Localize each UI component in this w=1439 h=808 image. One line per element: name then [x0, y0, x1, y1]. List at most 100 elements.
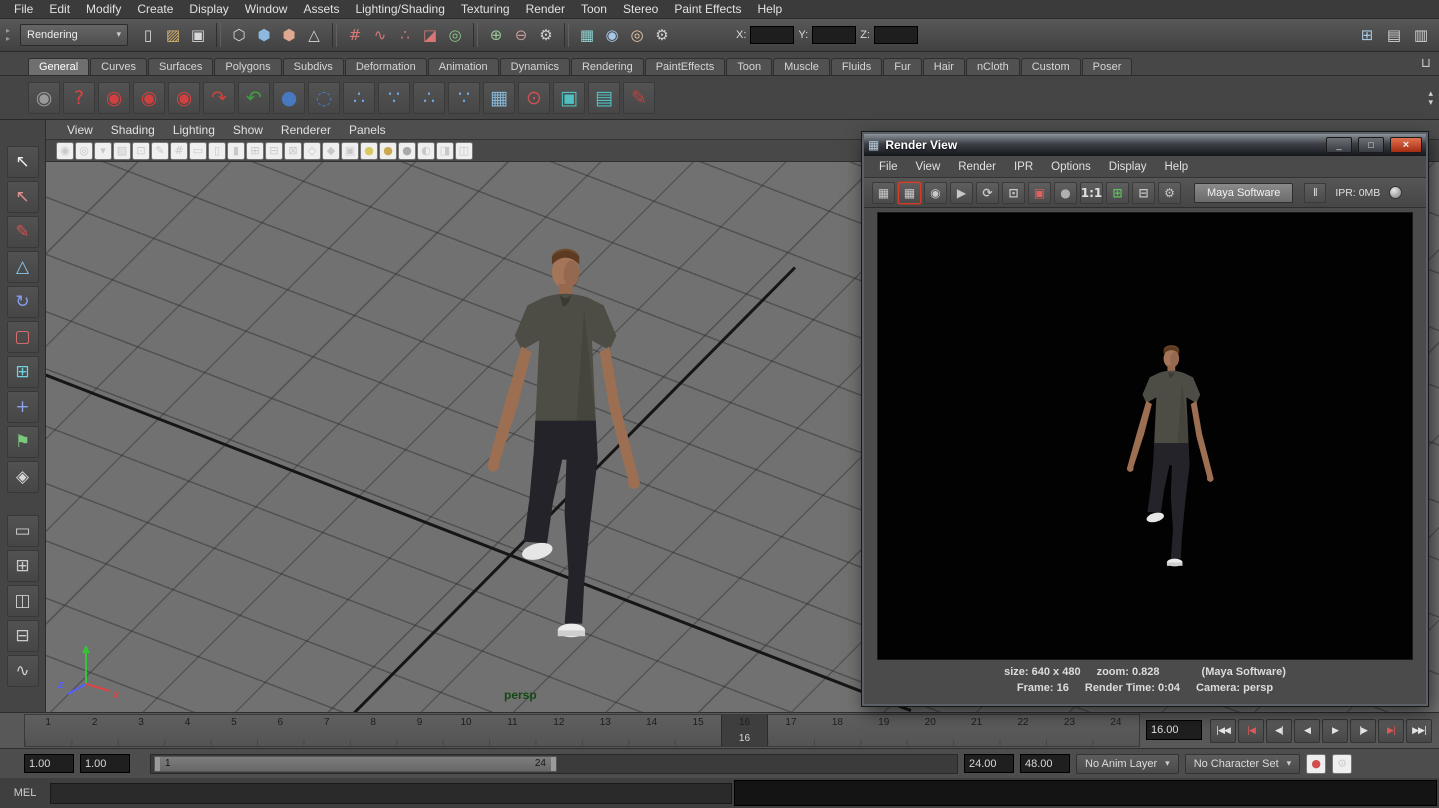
render-view-menu-item[interactable]: Display: [1100, 161, 1156, 173]
timeline-tick-label[interactable]: 21: [953, 715, 999, 729]
render-view-menu-item[interactable]: Options: [1042, 161, 1100, 173]
range-slider-track[interactable]: 1 24: [150, 754, 958, 774]
undo-arrow-icon[interactable]: ↶: [238, 82, 270, 114]
timeline-tick-label[interactable]: 13: [582, 715, 628, 729]
safe-title-icon[interactable]: ⊠: [284, 142, 302, 160]
safe-action-icon[interactable]: ⊟: [265, 142, 283, 160]
camera-aim-up-icon[interactable]: ◉: [168, 82, 200, 114]
menubar-item[interactable]: Help: [750, 0, 791, 18]
y-coordinate-field[interactable]: [812, 26, 856, 44]
persp-outliner-layout-icon[interactable]: ◫: [7, 585, 39, 617]
viewport-menu-item[interactable]: Show: [224, 123, 272, 137]
xray-icon[interactable]: ◨: [436, 142, 454, 160]
timeline-tick-label[interactable]: 9: [396, 715, 442, 729]
timeline-tick-label[interactable]: 2: [71, 715, 117, 729]
render-view-menu-item[interactable]: Help: [1156, 161, 1198, 173]
timeline-tick-label[interactable]: 23: [1046, 715, 1092, 729]
shelf-tab[interactable]: Deformation: [345, 58, 427, 75]
shelf-tab[interactable]: Fluids: [831, 58, 882, 75]
step-back-key-button[interactable]: |◀: [1238, 719, 1264, 743]
timeline-tick-label[interactable]: 18: [814, 715, 860, 729]
open-scene-icon[interactable]: ▨: [161, 23, 185, 47]
character-set-dropdown[interactable]: No Character Set ▾: [1185, 754, 1301, 774]
open-render-settings-icon[interactable]: ⚙: [1158, 182, 1181, 204]
pin-icon[interactable]: ⊙: [518, 82, 550, 114]
shelf-scroll-arrows[interactable]: ▴ ▾: [1428, 89, 1433, 107]
film-gate-icon[interactable]: ▭: [189, 142, 207, 160]
timeline-tick-label[interactable]: 12: [536, 715, 582, 729]
grease-pencil-icon[interactable]: ✎: [151, 142, 169, 160]
menubar-item[interactable]: Modify: [78, 0, 129, 18]
rgb-channels-icon[interactable]: ▣: [1028, 182, 1051, 204]
redo-previous-render-icon[interactable]: ▦: [872, 182, 895, 204]
menubar-item[interactable]: Render: [518, 0, 573, 18]
timeline-tick-label[interactable]: 17: [768, 715, 814, 729]
new-scene-icon[interactable]: ▯: [136, 23, 160, 47]
menubar-item[interactable]: Display: [181, 0, 236, 18]
four-pane-layout-icon[interactable]: ⊞: [7, 550, 39, 582]
construction-history-icon[interactable]: ⚙: [534, 23, 558, 47]
select-tool-icon[interactable]: ↖: [7, 146, 39, 178]
menubar-item[interactable]: File: [6, 0, 41, 18]
step-forward-key-button[interactable]: ▶|: [1378, 719, 1404, 743]
play-backwards-button[interactable]: ◀: [1294, 719, 1320, 743]
command-input[interactable]: [50, 783, 732, 804]
hypershade-layout-icon[interactable]: ∿: [7, 655, 39, 687]
shelf-tab[interactable]: Dynamics: [500, 58, 570, 75]
image-plane-icon[interactable]: ▨: [113, 142, 131, 160]
select-component-icon[interactable]: ⬢: [277, 23, 301, 47]
render-settings-icon[interactable]: ⚙: [650, 23, 674, 47]
rotate-tool-icon[interactable]: ↻: [7, 286, 39, 318]
menubar-item[interactable]: Texturing: [453, 0, 518, 18]
render-view-window[interactable]: ▦ Render View _ □ × FileViewRenderIPROpt…: [862, 132, 1428, 706]
save-scene-icon[interactable]: ▣: [186, 23, 210, 47]
camera-attributes-icon[interactable]: ◎: [75, 142, 93, 160]
play-forwards-button[interactable]: ▶: [1322, 719, 1348, 743]
redo-arrow-icon[interactable]: ↷: [203, 82, 235, 114]
timeline-tick-label[interactable]: 1: [25, 715, 71, 729]
shelf-tab[interactable]: Surfaces: [148, 58, 213, 75]
playback-end-field[interactable]: [964, 754, 1014, 773]
menubar-item[interactable]: Paint Effects: [666, 0, 749, 18]
ipr-indicator-icon[interactable]: [1389, 186, 1402, 199]
playblast-icon[interactable]: ◉: [28, 82, 60, 114]
animation-end-field[interactable]: [1020, 754, 1070, 773]
menubar-item[interactable]: Edit: [41, 0, 78, 18]
viewport-menu-item[interactable]: Shading: [102, 123, 164, 137]
snap-view-plane-icon[interactable]: ◪: [418, 23, 442, 47]
shelf-tab[interactable]: Animation: [428, 58, 499, 75]
viewport-menu-item[interactable]: Renderer: [272, 123, 340, 137]
spreadsheet-icon[interactable]: ▦: [483, 82, 515, 114]
timeline-tick-label[interactable]: 6: [257, 715, 303, 729]
scale-tool-icon[interactable]: ▢: [7, 321, 39, 353]
shelf-tab[interactable]: Hair: [923, 58, 965, 75]
node-graph-4-icon[interactable]: ∵: [448, 82, 480, 114]
node-graph-1-icon[interactable]: ∴: [343, 82, 375, 114]
timeline-tick-label[interactable]: 10: [443, 715, 489, 729]
ipr-pause-button[interactable]: ‖: [1304, 183, 1326, 203]
node-graph-3-icon[interactable]: ∴: [413, 82, 445, 114]
render-view-menu-item[interactable]: Render: [949, 161, 1005, 173]
shelf-tab[interactable]: Custom: [1021, 58, 1081, 75]
grid-toggle-icon[interactable]: #: [170, 142, 188, 160]
single-pane-layout-icon[interactable]: ▭: [7, 515, 39, 547]
spinner-down-icon[interactable]: ▾: [1428, 98, 1433, 107]
snap-curve-icon[interactable]: ∿: [368, 23, 392, 47]
timeline-tick-label[interactable]: 7: [304, 715, 350, 729]
timeline-tick-label[interactable]: 8: [350, 715, 396, 729]
render-region-icon[interactable]: ⊡: [1002, 182, 1025, 204]
go-to-end-button[interactable]: ▶▶|: [1406, 719, 1432, 743]
persp-graph-layout-icon[interactable]: ⊟: [7, 620, 39, 652]
shelf-tab[interactable]: Curves: [90, 58, 147, 75]
paint-brush-icon[interactable]: ✎: [623, 82, 655, 114]
render-view-menu-item[interactable]: IPR: [1005, 161, 1042, 173]
render-view-titlebar[interactable]: ▦ Render View _ □ ×: [864, 134, 1426, 156]
ambient-occlusion-icon[interactable]: ●: [398, 142, 416, 160]
shelf-tab[interactable]: General: [28, 58, 89, 75]
menu-set-dropdown[interactable]: Rendering ▾: [20, 24, 128, 46]
shelf-tab[interactable]: Muscle: [773, 58, 830, 75]
playback-start-field[interactable]: [80, 754, 130, 773]
shelf-tab[interactable]: Rendering: [571, 58, 644, 75]
render-view-menu-item[interactable]: File: [870, 161, 907, 173]
open-render-view-icon[interactable]: ▦: [575, 23, 599, 47]
